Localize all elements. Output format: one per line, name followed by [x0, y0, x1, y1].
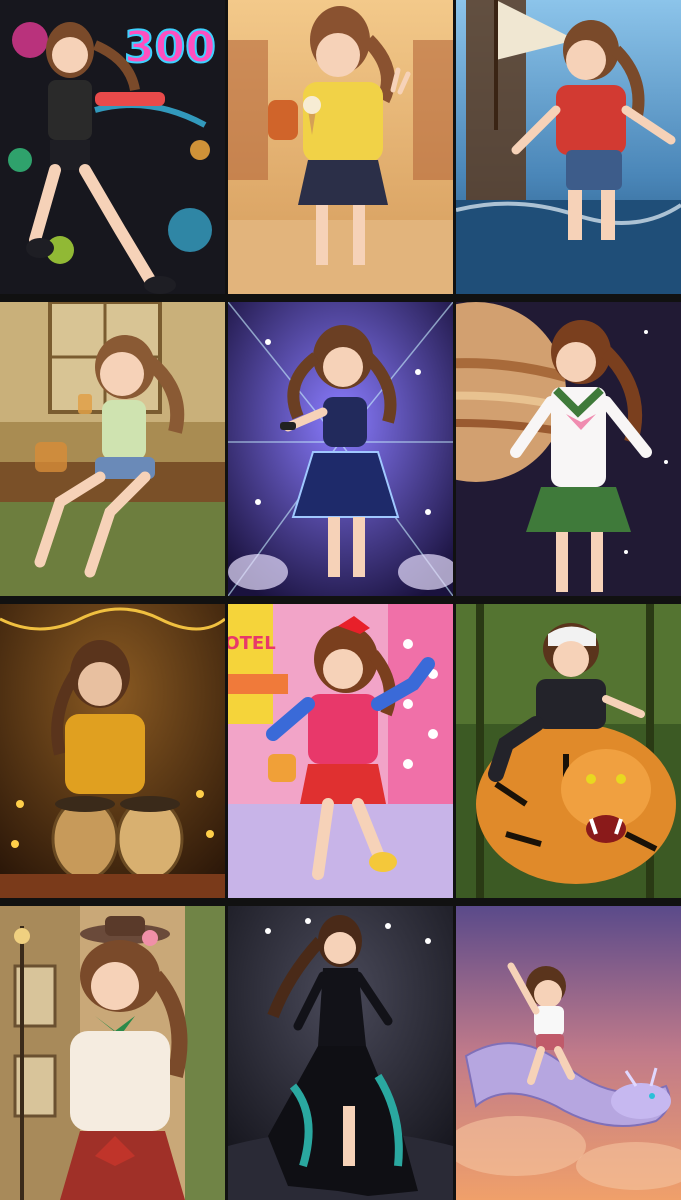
tile-runway-gown[interactable]	[228, 906, 453, 1200]
illustration-jupiter-sailor	[456, 302, 681, 596]
tile-victorian-bonnet[interactable]	[0, 906, 225, 1200]
tile-jupiter-sailor[interactable]	[456, 302, 681, 596]
tile-tabla-diwali[interactable]	[0, 604, 225, 898]
graffiti-300-text: 300	[124, 22, 216, 73]
illustration-runway-gown	[228, 906, 453, 1200]
otel-sign-text: OTEL	[228, 633, 276, 654]
illustration-victorian-bonnet	[0, 906, 225, 1200]
tile-pirate-ship[interactable]	[456, 0, 681, 294]
illustration-ice-cream-market	[228, 0, 453, 294]
illustration-tiger-ride	[456, 604, 681, 898]
illustration-tea-veranda	[0, 302, 225, 596]
tile-tiger-ride[interactable]	[456, 604, 681, 898]
illustration-concert-stage	[228, 302, 453, 596]
illustration-dragon-sky	[456, 906, 681, 1200]
tile-retro-street-otel[interactable]: OTEL	[228, 604, 453, 898]
illustration-paint-splash: 300	[0, 0, 225, 294]
tile-paint-splash-300[interactable]: 300	[0, 0, 225, 294]
tile-ice-cream-market[interactable]	[228, 0, 453, 294]
image-collage: 300 OTEL	[0, 0, 681, 1200]
tile-dragon-sky[interactable]	[456, 906, 681, 1200]
illustration-retro-street: OTEL	[228, 604, 453, 898]
illustration-pirate-ship	[456, 0, 681, 294]
tile-tea-veranda[interactable]	[0, 302, 225, 596]
illustration-tabla-diwali	[0, 604, 225, 898]
tile-concert-stage[interactable]	[228, 302, 453, 596]
